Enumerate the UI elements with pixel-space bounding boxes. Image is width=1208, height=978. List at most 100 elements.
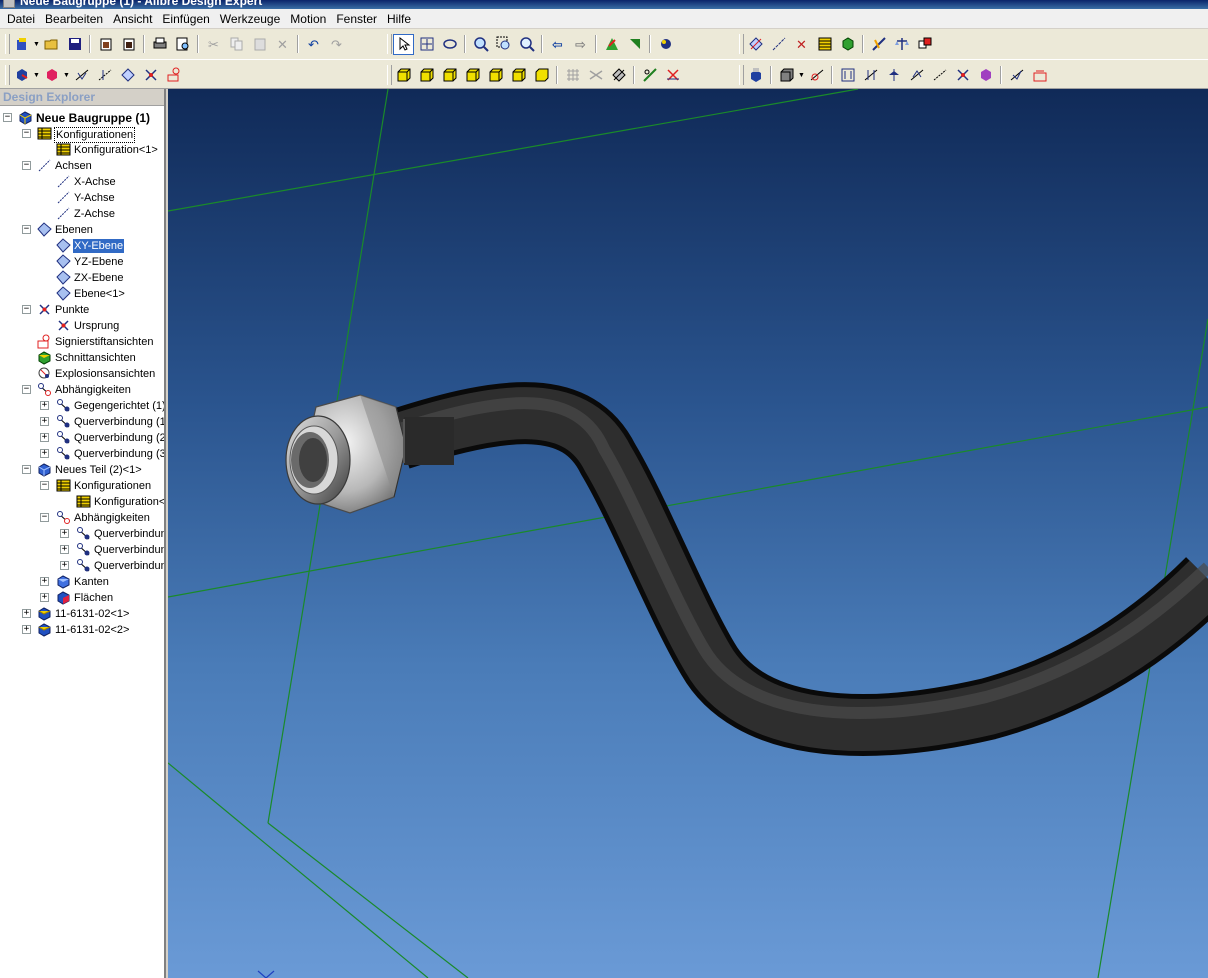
tree-item[interactable]: − Konfigurationen	[0, 478, 164, 494]
constraint-tool-icon[interactable]	[868, 34, 889, 55]
tree-item[interactable]: − Konfigurationen	[0, 126, 164, 143]
tree-item[interactable]: − Abhängigkeiten	[0, 510, 164, 526]
cross-section-icon[interactable]	[662, 65, 683, 86]
import-icon[interactable]	[95, 34, 116, 55]
menu-werkzeuge[interactable]: Werkzeuge	[215, 10, 285, 28]
assembly-constraint-1-icon[interactable]	[837, 65, 858, 86]
paste-icon[interactable]	[249, 34, 270, 55]
previous-view-icon[interactable]: ⇦	[547, 34, 568, 55]
expand-icon[interactable]: +	[60, 529, 69, 538]
assembly-constraint-2-icon[interactable]	[860, 65, 881, 86]
new-dropdown-arrow-icon[interactable]: ▼	[33, 41, 40, 48]
tree-item[interactable]: Z-Achse	[0, 206, 164, 222]
constraint-align-icon[interactable]	[94, 65, 115, 86]
tree-item[interactable]: − Neue Baugruppe (1)	[0, 110, 164, 126]
redo-icon[interactable]: ↷	[326, 34, 347, 55]
tree-item[interactable]: +11-6131-02<1>	[0, 606, 164, 622]
menu-datei[interactable]: Datei	[2, 10, 40, 28]
insert-assembly-icon[interactable]	[745, 65, 766, 86]
tree-item[interactable]: − Ebenen	[0, 222, 164, 238]
menu-motion[interactable]: Motion	[285, 10, 331, 28]
redline-view-icon[interactable]	[1029, 65, 1050, 86]
expand-icon[interactable]: +	[40, 577, 49, 586]
configurations-icon[interactable]	[814, 34, 835, 55]
redline-tool-icon[interactable]	[163, 65, 184, 86]
view-bottom-icon[interactable]	[462, 65, 483, 86]
tree-item[interactable]: Konfiguration<	[0, 494, 164, 510]
appearance-icon[interactable]	[41, 65, 62, 86]
motion-tool-icon[interactable]	[1006, 65, 1027, 86]
tree-item[interactable]: − Punkte	[0, 302, 164, 318]
zoom-fit-icon[interactable]	[516, 34, 537, 55]
undo-icon[interactable]: ↶	[303, 34, 324, 55]
mirror-icon[interactable]	[585, 65, 606, 86]
mate-constraint-icon[interactable]	[806, 65, 827, 86]
replace-part-icon[interactable]	[914, 34, 935, 55]
tree-item[interactable]: − Abhängigkeiten	[0, 382, 164, 398]
tree-item[interactable]: + Kanten	[0, 574, 164, 590]
collapse-icon[interactable]: −	[40, 513, 49, 522]
zoom-window-icon[interactable]	[493, 34, 514, 55]
tree-item[interactable]: − Achsen	[0, 158, 164, 174]
view-front-icon[interactable]	[393, 65, 414, 86]
tree-item[interactable]: + Querverbindun	[0, 558, 164, 574]
tree-item[interactable]: Schnittansichten	[0, 350, 164, 366]
view-left-icon[interactable]	[485, 65, 506, 86]
open-folder-icon[interactable]	[41, 34, 62, 55]
export-icon[interactable]	[118, 34, 139, 55]
box-part-icon[interactable]	[776, 65, 797, 86]
appearance-dropdown-icon[interactable]: ▼	[63, 72, 70, 79]
constraint-point-icon[interactable]	[140, 65, 161, 86]
tree-item[interactable]: Konfiguration<1>	[0, 142, 164, 158]
insert-point-icon[interactable]: ✕	[791, 34, 812, 55]
tree-item[interactable]: Explosionsansichten	[0, 366, 164, 382]
tree-item[interactable]: + Querverbindung (1	[0, 414, 164, 430]
next-view-icon[interactable]: ⇨	[570, 34, 591, 55]
expand-icon[interactable]: +	[40, 401, 49, 410]
collapse-icon[interactable]: −	[22, 129, 31, 138]
analyze-icon[interactable]	[601, 34, 622, 55]
tree-item[interactable]: +11-6131-02<2>	[0, 622, 164, 638]
print-icon[interactable]	[149, 34, 170, 55]
view-back-icon[interactable]	[416, 65, 437, 86]
insert-plane-icon[interactable]	[745, 34, 766, 55]
collapse-icon[interactable]: −	[22, 225, 31, 234]
collapse-icon[interactable]: −	[22, 385, 31, 394]
expand-icon[interactable]: +	[60, 561, 69, 570]
tree-item[interactable]: + Gegengerichtet (1)	[0, 398, 164, 414]
display-mode-icon[interactable]	[11, 65, 32, 86]
view-right-icon[interactable]	[508, 65, 529, 86]
tree-item[interactable]: XY-Ebene	[0, 238, 164, 254]
assembly-constraint-6-icon[interactable]	[952, 65, 973, 86]
tree-item[interactable]: Ursprung	[0, 318, 164, 334]
delete-icon[interactable]: ✕	[272, 34, 293, 55]
collapse-icon[interactable]: −	[22, 465, 31, 474]
collapse-icon[interactable]: −	[22, 305, 31, 314]
title-bar[interactable]: Neue Baugruppe (1) - Alibre Design Exper…	[0, 0, 1208, 9]
assembly-constraint-4-icon[interactable]	[906, 65, 927, 86]
3d-viewport[interactable]	[168, 89, 1208, 978]
collapse-icon[interactable]: −	[22, 161, 31, 170]
menu-ansicht[interactable]: Ansicht	[108, 10, 157, 28]
expand-icon[interactable]: +	[40, 433, 49, 442]
tree-item[interactable]: Ebene<1>	[0, 286, 164, 302]
print-preview-icon[interactable]	[172, 34, 193, 55]
cut-icon[interactable]: ✂	[203, 34, 224, 55]
tree-item[interactable]: Signierstiftansichten	[0, 334, 164, 350]
view-top-icon[interactable]	[439, 65, 460, 86]
expand-icon[interactable]: +	[40, 449, 49, 458]
expand-icon[interactable]: +	[40, 593, 49, 602]
hose-model[interactable]	[390, 382, 1208, 756]
tree-item[interactable]: YZ-Ebene	[0, 254, 164, 270]
expand-icon[interactable]: +	[22, 625, 31, 634]
assembly-constraint-5-icon[interactable]	[929, 65, 950, 86]
pan-icon[interactable]	[416, 34, 437, 55]
menu-hilfe[interactable]: Hilfe	[382, 10, 416, 28]
expand-icon[interactable]: +	[22, 609, 31, 618]
new-icon[interactable]	[11, 34, 32, 55]
part-insert-icon[interactable]	[837, 34, 858, 55]
tree-item[interactable]: + Querverbindung (2	[0, 430, 164, 446]
display-mode-dropdown-icon[interactable]: ▼	[33, 72, 40, 79]
tree-item[interactable]: Y-Achse	[0, 190, 164, 206]
rotate-icon[interactable]	[439, 34, 460, 55]
